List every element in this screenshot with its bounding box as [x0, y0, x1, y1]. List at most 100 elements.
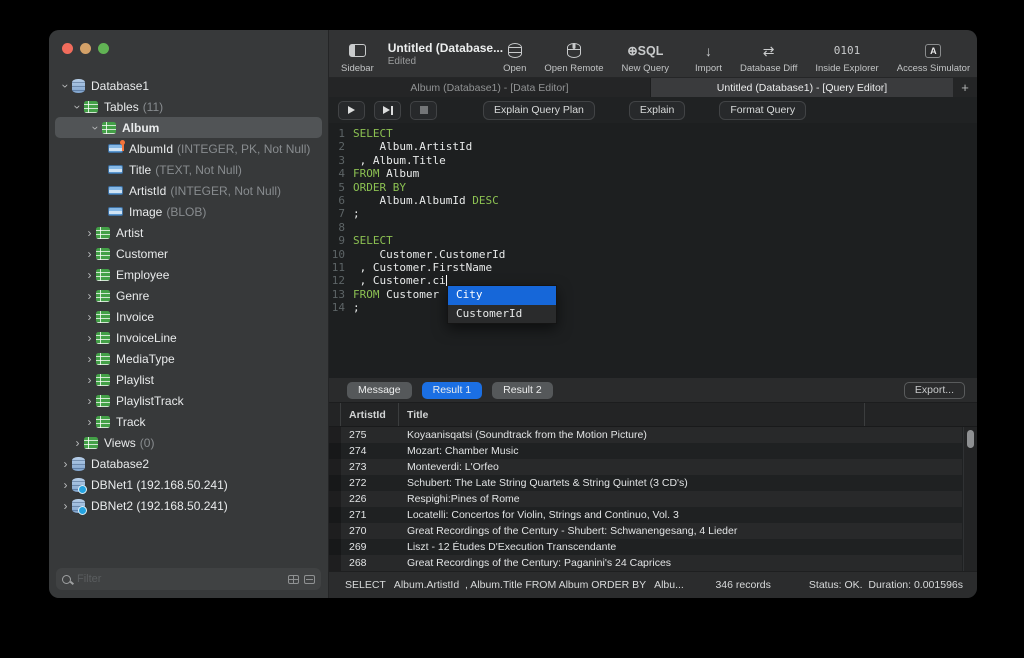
- tree-item-artistid[interactable]: ArtistId(INTEGER, Not Null): [49, 180, 328, 201]
- tree-item-database1[interactable]: ›Database1: [49, 75, 328, 96]
- chevron-right-icon[interactable]: ›: [83, 248, 96, 260]
- table-row[interactable]: 270Great Recordings of the Century - Shu…: [329, 523, 962, 539]
- table-row[interactable]: 273Monteverdi: L'Orfeo: [329, 459, 962, 475]
- tree-item-views[interactable]: ›Views(0): [49, 432, 328, 453]
- results-tab-message[interactable]: Message: [347, 382, 412, 399]
- table-row[interactable]: 269Liszt - 12 Études D'Execution Transce…: [329, 539, 962, 555]
- run-query-button[interactable]: [338, 101, 365, 120]
- chevron-right-icon[interactable]: ›: [83, 227, 96, 239]
- table-row[interactable]: 272Schubert: The Late String Quartets & …: [329, 475, 962, 491]
- sidebar-filter[interactable]: Filter: [56, 568, 321, 590]
- tree-item-invoiceline[interactable]: ›InvoiceLine: [49, 327, 328, 348]
- close-window-icon[interactable]: [62, 43, 73, 54]
- line-number: 5: [329, 181, 353, 194]
- chevron-right-icon[interactable]: ›: [83, 416, 96, 428]
- stop-query-button[interactable]: [410, 101, 437, 120]
- new-query-icon: ⊕SQL: [627, 43, 663, 58]
- code-line: 14;: [329, 301, 977, 314]
- chevron-down-icon[interactable]: ›: [60, 79, 72, 92]
- results-scrollbar[interactable]: [963, 427, 977, 571]
- code-text: , Customer.ci: [353, 274, 447, 287]
- explain-query-plan-button[interactable]: Explain Query Plan: [483, 101, 595, 120]
- tree-item-albumid[interactable]: AlbumId(INTEGER, PK, Not Null): [49, 138, 328, 159]
- sql-text: , Customer.FirstName: [353, 261, 492, 274]
- open-button[interactable]: Open: [503, 34, 526, 74]
- scrollbar-thumb[interactable]: [967, 430, 974, 448]
- autocomplete-item-customerid[interactable]: CustomerId: [448, 305, 556, 324]
- chevron-right-icon[interactable]: ›: [71, 437, 84, 449]
- autocomplete-item-city[interactable]: City: [448, 286, 556, 305]
- chevron-right-icon[interactable]: ›: [83, 395, 96, 407]
- tree-item-track[interactable]: ›Track: [49, 411, 328, 432]
- chevron-right-icon[interactable]: ›: [83, 290, 96, 302]
- format-query-button[interactable]: Format Query: [719, 101, 806, 120]
- chevron-right-icon[interactable]: ›: [83, 269, 96, 281]
- chevron-right-icon[interactable]: ›: [59, 479, 72, 491]
- table-row[interactable]: 226Respighi:Pines of Rome: [329, 491, 962, 507]
- chevron-right-icon[interactable]: ›: [83, 353, 96, 365]
- tree-item-tables[interactable]: ›Tables(11): [49, 96, 328, 117]
- new-tab-button[interactable]: +: [953, 78, 977, 97]
- window-title: Untitled (Database...: [388, 41, 503, 55]
- tab-data-editor[interactable]: Album (Database1) - [Data Editor]: [329, 78, 651, 97]
- tree-item-employee[interactable]: ›Employee: [49, 264, 328, 285]
- tree-item-dbnet2-192-168-50-241[interactable]: ›DBNet2 (192.168.50.241): [49, 495, 328, 516]
- export-button[interactable]: Export...: [904, 382, 965, 399]
- tree-item-album[interactable]: › Album: [55, 117, 322, 138]
- grid-view-icon[interactable]: [288, 575, 299, 584]
- sql-keyword: SELECT: [353, 127, 393, 140]
- zoom-window-icon[interactable]: [98, 43, 109, 54]
- tree-item-label: Tables: [104, 100, 139, 114]
- results-tab-result-2[interactable]: Result 2: [492, 382, 553, 399]
- chevron-right-icon[interactable]: ›: [59, 458, 72, 470]
- cell-title: Locatelli: Concertos for Violin, Strings…: [399, 509, 962, 521]
- tab-query-editor[interactable]: Untitled (Database1) - [Query Editor]: [651, 78, 953, 97]
- explain-button[interactable]: Explain: [629, 101, 685, 120]
- tree-item-customer[interactable]: ›Customer: [49, 243, 328, 264]
- column-header-artistid[interactable]: ArtistId: [340, 403, 398, 426]
- tree-item-image[interactable]: Image(BLOB): [49, 201, 328, 222]
- tree-item-playlist[interactable]: ›Playlist: [49, 369, 328, 390]
- access-simulator-label: Access Simulator: [897, 63, 970, 74]
- chevron-right-icon[interactable]: ›: [83, 332, 96, 344]
- open-remote-button[interactable]: Open Remote: [544, 34, 603, 74]
- chevron-right-icon[interactable]: ›: [59, 500, 72, 512]
- tree-item-dbnet1-192-168-50-241[interactable]: ›DBNet1 (192.168.50.241): [49, 474, 328, 495]
- tree-item-artist[interactable]: ›Artist: [49, 222, 328, 243]
- code-line: 5ORDER BY: [329, 181, 977, 194]
- sql-keyword: DESC: [472, 194, 499, 207]
- tree-item-label: Album: [122, 121, 159, 135]
- import-button[interactable]: ↓ Import: [695, 34, 722, 74]
- sidebar-toggle-button[interactable]: Sidebar: [341, 34, 374, 74]
- sql-text: , Album.Title: [353, 154, 446, 167]
- chevron-down-icon[interactable]: ›: [90, 121, 102, 134]
- table-row[interactable]: 268Great Recordings of the Century: Paga…: [329, 555, 962, 571]
- tree-item-title[interactable]: Title(TEXT, Not Null): [49, 159, 328, 180]
- access-simulator-button[interactable]: A Access Simulator: [897, 34, 970, 74]
- tree-item-database2[interactable]: ›Database2: [49, 453, 328, 474]
- minimize-window-icon[interactable]: [80, 43, 91, 54]
- chevron-right-icon[interactable]: ›: [83, 374, 96, 386]
- tree-item-invoice[interactable]: ›Invoice: [49, 306, 328, 327]
- tree-item-genre[interactable]: ›Genre: [49, 285, 328, 306]
- run-all-button[interactable]: [374, 101, 401, 120]
- table-row[interactable]: 271Locatelli: Concertos for Violin, Stri…: [329, 507, 962, 523]
- chevron-down-icon[interactable]: ›: [72, 100, 84, 113]
- table-row[interactable]: 274Mozart: Chamber Music: [329, 443, 962, 459]
- sql-editor[interactable]: 1SELECT2 Album.ArtistId3 , Album.Title4F…: [329, 123, 977, 378]
- results-grid[interactable]: 275Koyaanisqatsi (Soundtrack from the Mo…: [329, 427, 977, 571]
- row-gutter: [329, 491, 341, 507]
- table-row[interactable]: 275Koyaanisqatsi (Soundtrack from the Mo…: [329, 427, 962, 443]
- new-query-button[interactable]: ⊕SQL New Query: [622, 34, 670, 74]
- tree-item-playlisttrack[interactable]: ›PlaylistTrack: [49, 390, 328, 411]
- chevron-right-icon[interactable]: ›: [83, 311, 96, 323]
- tree-item-mediatype[interactable]: ›MediaType: [49, 348, 328, 369]
- code-line: 7;: [329, 207, 977, 220]
- collapse-view-icon[interactable]: [304, 575, 315, 584]
- column-header-title[interactable]: Title: [398, 403, 864, 426]
- database-diff-button[interactable]: ⇄ Database Diff: [740, 34, 797, 74]
- code-line: 3 , Album.Title: [329, 154, 977, 167]
- inside-explorer-button[interactable]: 0101 Inside Explorer: [815, 34, 878, 74]
- results-tab-result-1[interactable]: Result 1: [422, 382, 483, 399]
- status-result: Status: OK. Duration: 0.001596s: [809, 579, 963, 591]
